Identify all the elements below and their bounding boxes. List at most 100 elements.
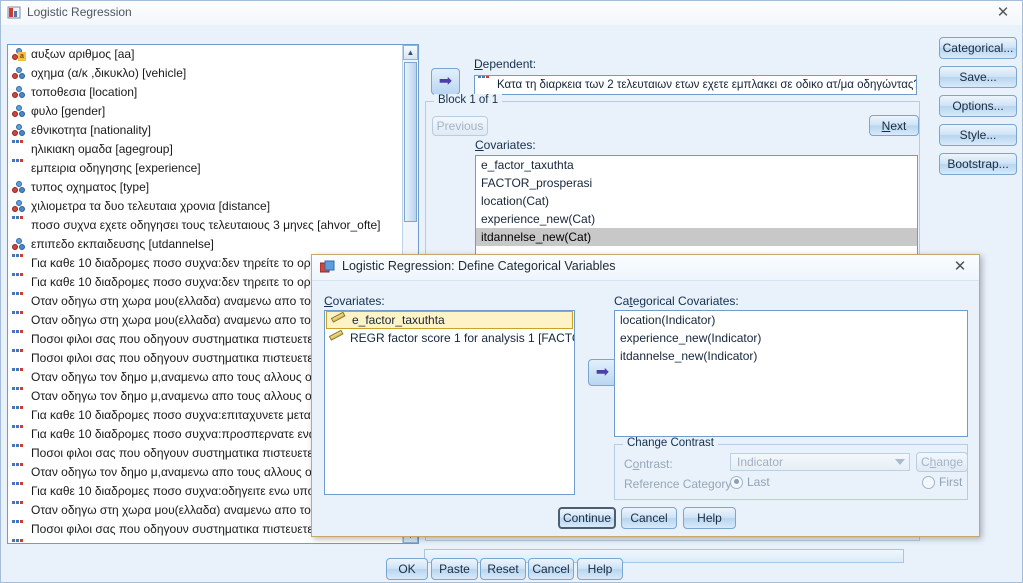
scale-icon [12, 273, 27, 290]
reset-button[interactable]: Reset [480, 558, 526, 580]
next-button[interactable]: Next [869, 115, 919, 136]
modal-categorical-label: Categorical Covariates: [614, 294, 739, 308]
cancel-button[interactable]: Cancel [528, 558, 574, 580]
bootstrap-button[interactable]: Bootstrap... [939, 153, 1017, 175]
variable-label: επιπεδο εκπαιδευσης [utdannelse] [31, 237, 214, 251]
variable-label: οχημα (α/κ ,δικυκλο) [vehicle] [31, 66, 187, 80]
save-button[interactable]: Save... [939, 66, 1017, 88]
style-button[interactable]: Style... [939, 124, 1017, 146]
window-titlebar: Logistic Regression ✕ [1, 1, 1022, 26]
ok-button[interactable]: OK [386, 558, 428, 580]
modal-covariate-item[interactable]: REGR factor score 1 for analysis 1 [FACT… [325, 329, 574, 347]
scale-icon [12, 482, 27, 499]
variable-label: χιλιομετρα τα δυο τελευταια χρονια [dist… [31, 199, 271, 213]
modal-help-button[interactable]: Help [683, 507, 736, 529]
variable-list-item[interactable]: εθνικοτητα [nationality] [8, 121, 403, 140]
categorical-button[interactable]: Categorical... [939, 37, 1017, 59]
variable-list-item[interactable]: Οταν οδηγω τον δημο μ,αναμενω απο τους α… [8, 539, 403, 543]
modal-covariates-label: Covariates: [324, 294, 385, 308]
pencil-icon [330, 312, 347, 327]
previous-button[interactable]: Previous [432, 116, 488, 136]
variable-list-item[interactable]: οχημα (α/κ ,δικυκλο) [vehicle] [8, 64, 403, 83]
scale-icon [12, 311, 27, 328]
chevron-down-icon [895, 459, 905, 465]
covariate-item[interactable]: e_factor_taxuthta [476, 156, 917, 174]
modal-titlebar: Logistic Regression: Define Categorical … [312, 255, 979, 281]
dependent-field[interactable]: Κατα τη διαρκεια των 2 τελευταιων ετων ε… [474, 75, 917, 95]
help-button[interactable]: Help [577, 558, 623, 580]
covariate-item[interactable]: itdannelse_new(Cat) [476, 228, 917, 246]
categorical-covariate-item[interactable]: itdannelse_new(Indicator) [615, 347, 967, 365]
scale-icon [12, 349, 27, 366]
variable-list-item[interactable]: επιπεδο εκπαιδευσης [utdannelse] [8, 235, 403, 254]
arrow-left-icon: ➡ [438, 72, 453, 90]
scroll-up-icon[interactable]: ▲ [403, 45, 418, 60]
nominal-icon [12, 199, 27, 214]
reference-category-label: Reference Category: [624, 477, 735, 491]
variable-list-item[interactable]: τυπος οχηματος [type] [8, 178, 403, 197]
continue-button[interactable]: Continue [558, 507, 616, 529]
scale-icon [12, 539, 27, 544]
move-to-categorical-button[interactable]: ➡ [588, 359, 617, 386]
nominal-icon [12, 85, 27, 100]
modal-covariate-label: e_factor_taxuthta [352, 313, 445, 327]
scale-icon [12, 444, 27, 461]
modal-categorical-listbox[interactable]: location(Indicator) experience_new(Indica… [614, 310, 968, 437]
modal-covariate-item[interactable]: e_factor_taxuthta [326, 311, 573, 329]
covariate-item[interactable]: FACTOR_prosperasi [476, 174, 917, 192]
reference-first-radio[interactable]: First [922, 475, 962, 489]
categorical-covariate-item[interactable]: location(Indicator) [615, 311, 967, 329]
covariate-item[interactable]: location(Cat) [476, 192, 917, 210]
nominal-icon [12, 123, 27, 138]
reference-last-radio[interactable]: Last [730, 475, 770, 489]
scale-icon [12, 159, 27, 176]
contrast-select[interactable]: Indicator [730, 453, 910, 471]
categorical-covariate-item[interactable]: experience_new(Indicator) [615, 329, 967, 347]
variable-list-item[interactable]: εμπειρια οδηγησης [experience] [8, 159, 403, 178]
pencil-icon [328, 329, 345, 345]
scale-icon [12, 140, 27, 157]
variable-list-item[interactable]: χιλιομετρα τα δυο τελευταια χρονια [dist… [8, 197, 403, 216]
change-button[interactable]: Change [916, 452, 968, 472]
scale-icon [12, 463, 27, 480]
reference-first-label: First [939, 475, 963, 489]
nominal-icon [12, 180, 27, 195]
modal-title: Logistic Regression: Define Categorical … [342, 259, 616, 273]
scrollbar-thumb[interactable] [404, 62, 417, 222]
app-icon [7, 5, 22, 20]
variable-label: φυλο [gender] [31, 104, 106, 118]
move-to-dependent-button[interactable]: ➡ [431, 68, 460, 95]
nominal-icon [12, 237, 27, 252]
variable-label: αυξων αριθμος [aa] [31, 47, 135, 61]
variable-label: τοποθεσια [location] [31, 85, 138, 99]
dependent-label: Dependent: [474, 57, 537, 71]
close-icon[interactable]: ✕ [994, 4, 1012, 22]
scale-icon [12, 387, 27, 404]
nominal-icon [12, 66, 27, 81]
scale-icon [12, 501, 27, 518]
arrow-right-icon: ➡ [595, 363, 610, 381]
variable-label: τυπος οχηματος [type] [31, 180, 150, 194]
scale-icon [12, 425, 27, 442]
modal-covariates-listbox[interactable]: e_factor_taxuthta REGR factor score 1 for… [324, 310, 575, 495]
variable-list-item[interactable]: φυλο [gender] [8, 102, 403, 121]
reference-last-label: Last [747, 475, 770, 489]
radio-dot-icon [730, 475, 743, 489]
modal-covariate-label: REGR factor score 1 for analysis 1 [FACT… [350, 331, 574, 345]
modal-close-icon[interactable]: ✕ [951, 258, 969, 276]
radio-dot-icon [922, 475, 935, 489]
change-contrast-title: Change Contrast [623, 437, 718, 449]
scale-icon [12, 406, 27, 423]
variable-list-item[interactable]: ηλικιακη ομαδα [agegroup] [8, 140, 403, 159]
modal-cancel-button[interactable]: Cancel [621, 507, 677, 529]
variable-list-item[interactable]: a αυξων αριθμος [aa] [8, 45, 403, 64]
options-button[interactable]: Options... [939, 95, 1017, 117]
paste-button[interactable]: Paste [431, 558, 478, 580]
variable-list-item[interactable]: τοποθεσια [location] [8, 83, 403, 102]
variable-list-item[interactable]: ποσο συχνα εχετε οδηγησει τους τελευταιο… [8, 216, 403, 235]
covariates-listbox[interactable]: e_factor_taxuthta FACTOR_prosperasi locati… [475, 155, 918, 263]
scale-icon [12, 368, 27, 385]
scale-icon [12, 254, 27, 271]
covariate-item[interactable]: experience_new(Cat) [476, 210, 917, 228]
nominal-icon [12, 104, 27, 119]
